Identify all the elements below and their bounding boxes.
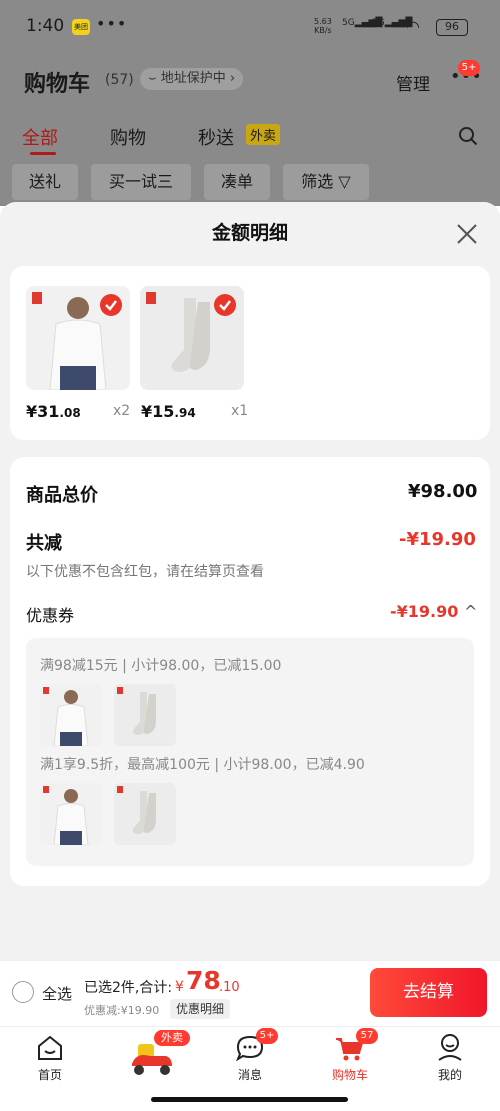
select-all-radio[interactable] <box>12 981 34 1003</box>
cart-badge: 57 <box>356 1028 378 1044</box>
status-time: 1:40 <box>26 16 65 36</box>
checked-icon[interactable] <box>100 294 122 316</box>
uniqlo-logo <box>32 292 42 304</box>
promo-line-1: 满98减15元 | 小计98.00，已减15.00 <box>40 658 282 674</box>
tab-instant[interactable]: 秒送 <box>198 124 234 150</box>
product-price-1: ¥31.08 <box>26 402 81 421</box>
reduce-label: 共减 <box>26 533 62 554</box>
promo-thumb-socks <box>114 684 176 746</box>
total-int: 78 <box>186 966 221 995</box>
manage-button[interactable]: 管理 <box>396 70 430 95</box>
close-icon[interactable] <box>456 223 478 245</box>
net-speed: 5.63 KB/s <box>314 17 332 35</box>
tab-cart-label: 购物车 <box>331 1068 368 1082</box>
tab-all[interactable]: 全部 <box>22 124 58 150</box>
product-price-2: ¥15.94 <box>141 402 196 421</box>
sheet-title: 金额明细 <box>211 222 288 244</box>
shield-icon: ⌣ <box>148 71 161 86</box>
detail-button[interactable]: 优惠明细 <box>170 999 231 1019</box>
product-qty-1: x2 <box>113 403 131 419</box>
chip-gift[interactable]: 送礼 <box>12 164 78 200</box>
checkout-button[interactable]: 去结算 <box>370 968 487 1017</box>
select-all-label[interactable]: 全选 <box>42 983 72 1004</box>
tab-profile-label: 我的 <box>437 1068 462 1082</box>
page-title: 购物车 <box>24 72 91 97</box>
battery-icon: 96 <box>436 19 468 36</box>
coupon-toggle[interactable]: -¥19.90 ^ <box>390 602 477 621</box>
total-label: 商品总价 <box>26 485 98 506</box>
chevron-up-icon: ^ <box>463 602 478 621</box>
chevron-right-icon: › <box>225 71 236 86</box>
coupon-label: 优惠券 <box>26 606 75 625</box>
total-currency: ¥ <box>175 979 184 995</box>
meituan-app-icon: 美团 <box>72 19 90 35</box>
promo-thumb-tshirt-2 <box>40 783 102 845</box>
product-qty-2: x1 <box>231 403 249 419</box>
total-dec: .10 <box>219 980 240 995</box>
tab-shopping[interactable]: 购物 <box>110 124 146 150</box>
profile-icon <box>438 1034 462 1061</box>
filter-icon: ▽ <box>338 172 351 191</box>
cart-count: (57) <box>105 72 134 88</box>
chip-bundle[interactable]: 凑单 <box>204 164 270 200</box>
search-icon[interactable] <box>458 126 478 146</box>
wifi-icon: ◠ <box>406 17 420 36</box>
waimai-tag: 外卖 <box>246 124 281 145</box>
waimai-badge: 外卖 <box>154 1030 190 1046</box>
checked-icon-2[interactable] <box>214 294 236 316</box>
reduce-note: 以下优惠不包含红包，请在结算页查看 <box>26 564 264 580</box>
home-icon <box>38 1035 62 1060</box>
chip-filter[interactable]: 筛选 ▽ <box>283 164 369 200</box>
promo-thumb-socks-2 <box>114 783 176 845</box>
promo-line-2: 满1享9.5折，最高减100元 | 小计98.00，已减4.90 <box>40 757 365 773</box>
discount-summary: 优惠减:¥19.90 <box>84 1004 160 1017</box>
home-indicator <box>151 1097 348 1102</box>
promo-thumb-tshirt <box>40 684 102 746</box>
address-protect-pill[interactable]: ⌣ 地址保护中 › <box>140 68 244 90</box>
tab-waimai[interactable]: 外卖 <box>124 1030 190 1080</box>
uniqlo-logo-2 <box>146 292 156 304</box>
tab-home-label: 首页 <box>37 1068 62 1082</box>
chip-try-three[interactable]: 买一试三 <box>91 164 191 200</box>
selected-summary: 已选2件,合计: <box>84 980 173 996</box>
reduce-value: -¥19.90 <box>399 529 476 550</box>
more-badge: 5+ <box>458 60 480 76</box>
status-more-dots: ••• <box>96 14 128 33</box>
tab-underline <box>30 152 56 155</box>
messages-badge: 5+ <box>256 1028 278 1044</box>
tab-messages-label: 消息 <box>237 1068 262 1082</box>
total-value: ¥98.00 <box>408 481 478 502</box>
